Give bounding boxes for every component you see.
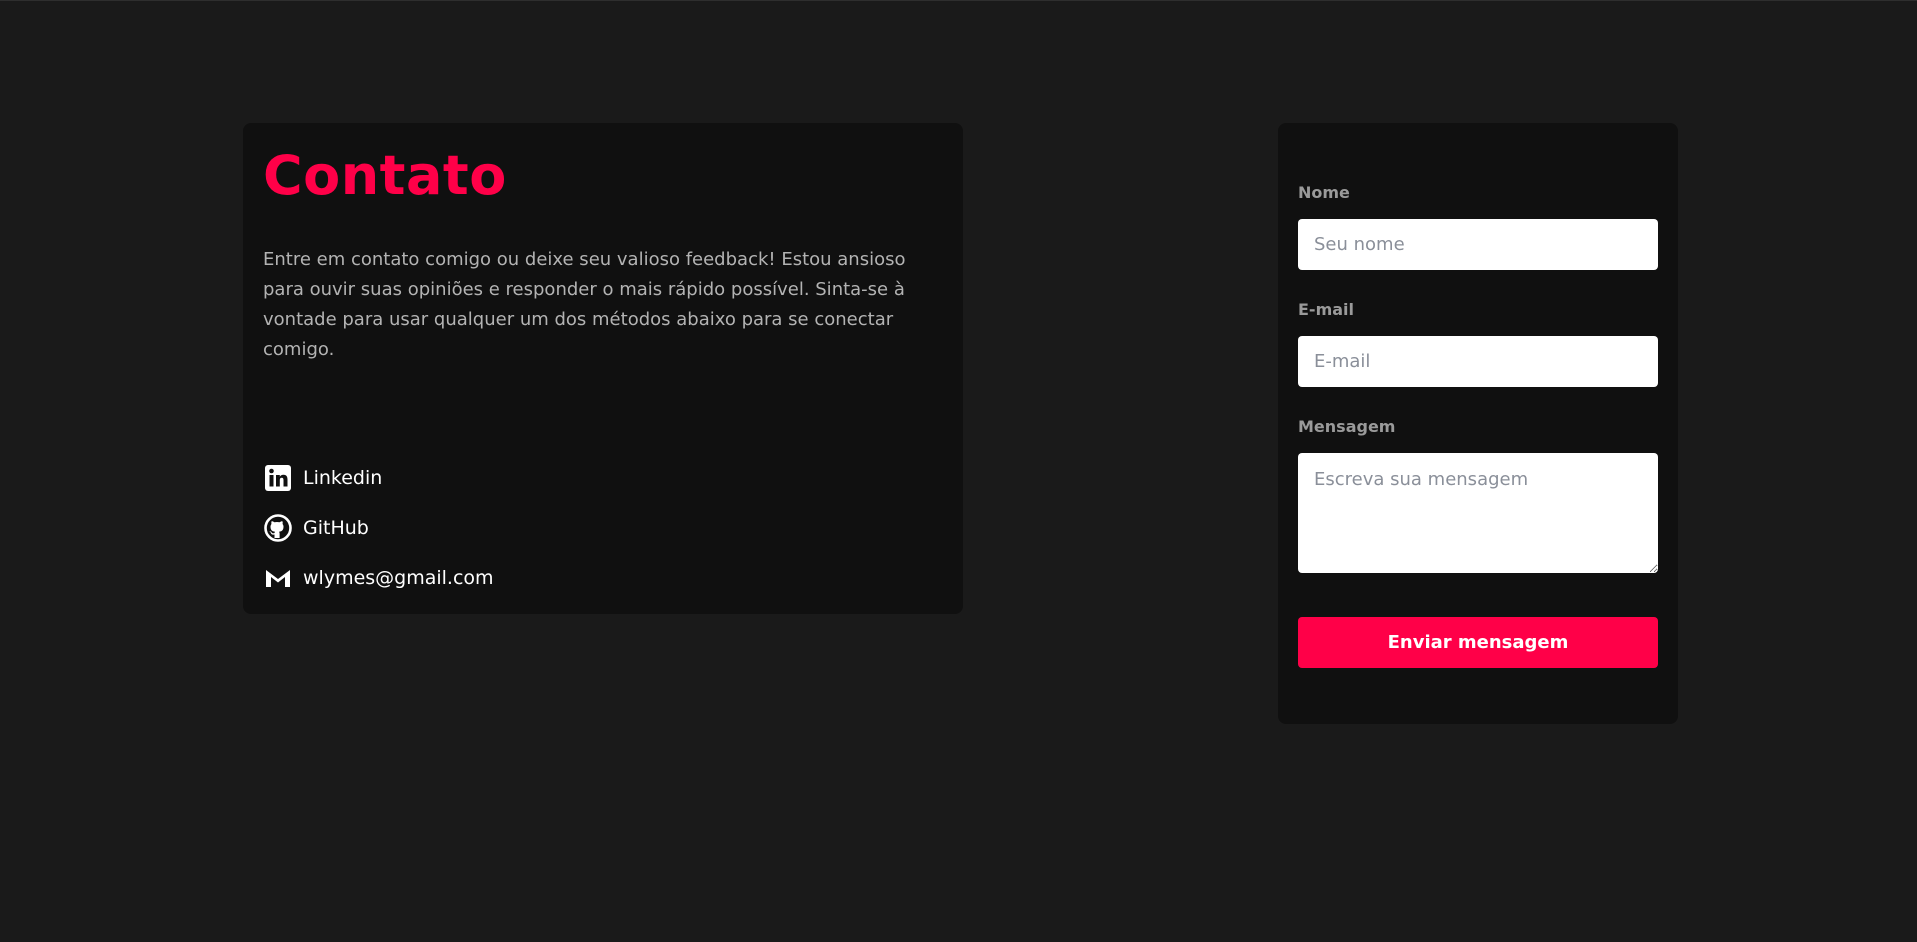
send-message-button[interactable]: Enviar mensagem <box>1298 617 1658 668</box>
email-link[interactable]: wlymes@gmail.com <box>263 563 494 593</box>
linkedin-label: Linkedin <box>303 467 383 489</box>
contact-links: Linkedin GitHub wlymes@gmail.com <box>263 463 494 613</box>
top-border <box>0 0 1917 1</box>
name-label: Nome <box>1298 183 1350 202</box>
email-label: wlymes@gmail.com <box>303 567 494 589</box>
github-link[interactable]: GitHub <box>263 513 494 543</box>
github-label: GitHub <box>303 517 369 539</box>
contact-form: Nome E-mail Mensagem Enviar mensagem <box>1298 183 1658 668</box>
gmail-icon <box>263 563 293 593</box>
linkedin-link[interactable]: Linkedin <box>263 463 494 493</box>
contact-form-card: Nome E-mail Mensagem Enviar mensagem <box>1278 123 1678 724</box>
contact-info-card: Contato Entre em contato comigo ou deixe… <box>243 123 963 614</box>
email-input[interactable] <box>1298 336 1658 387</box>
contact-description: Entre em contato comigo ou deixe seu val… <box>263 249 906 360</box>
page-title: Contato <box>263 144 507 207</box>
message-label: Mensagem <box>1298 417 1396 436</box>
github-icon <box>263 513 293 543</box>
message-textarea[interactable] <box>1298 453 1658 573</box>
linkedin-icon <box>263 463 293 493</box>
email-label-form: E-mail <box>1298 300 1355 319</box>
name-input[interactable] <box>1298 219 1658 270</box>
